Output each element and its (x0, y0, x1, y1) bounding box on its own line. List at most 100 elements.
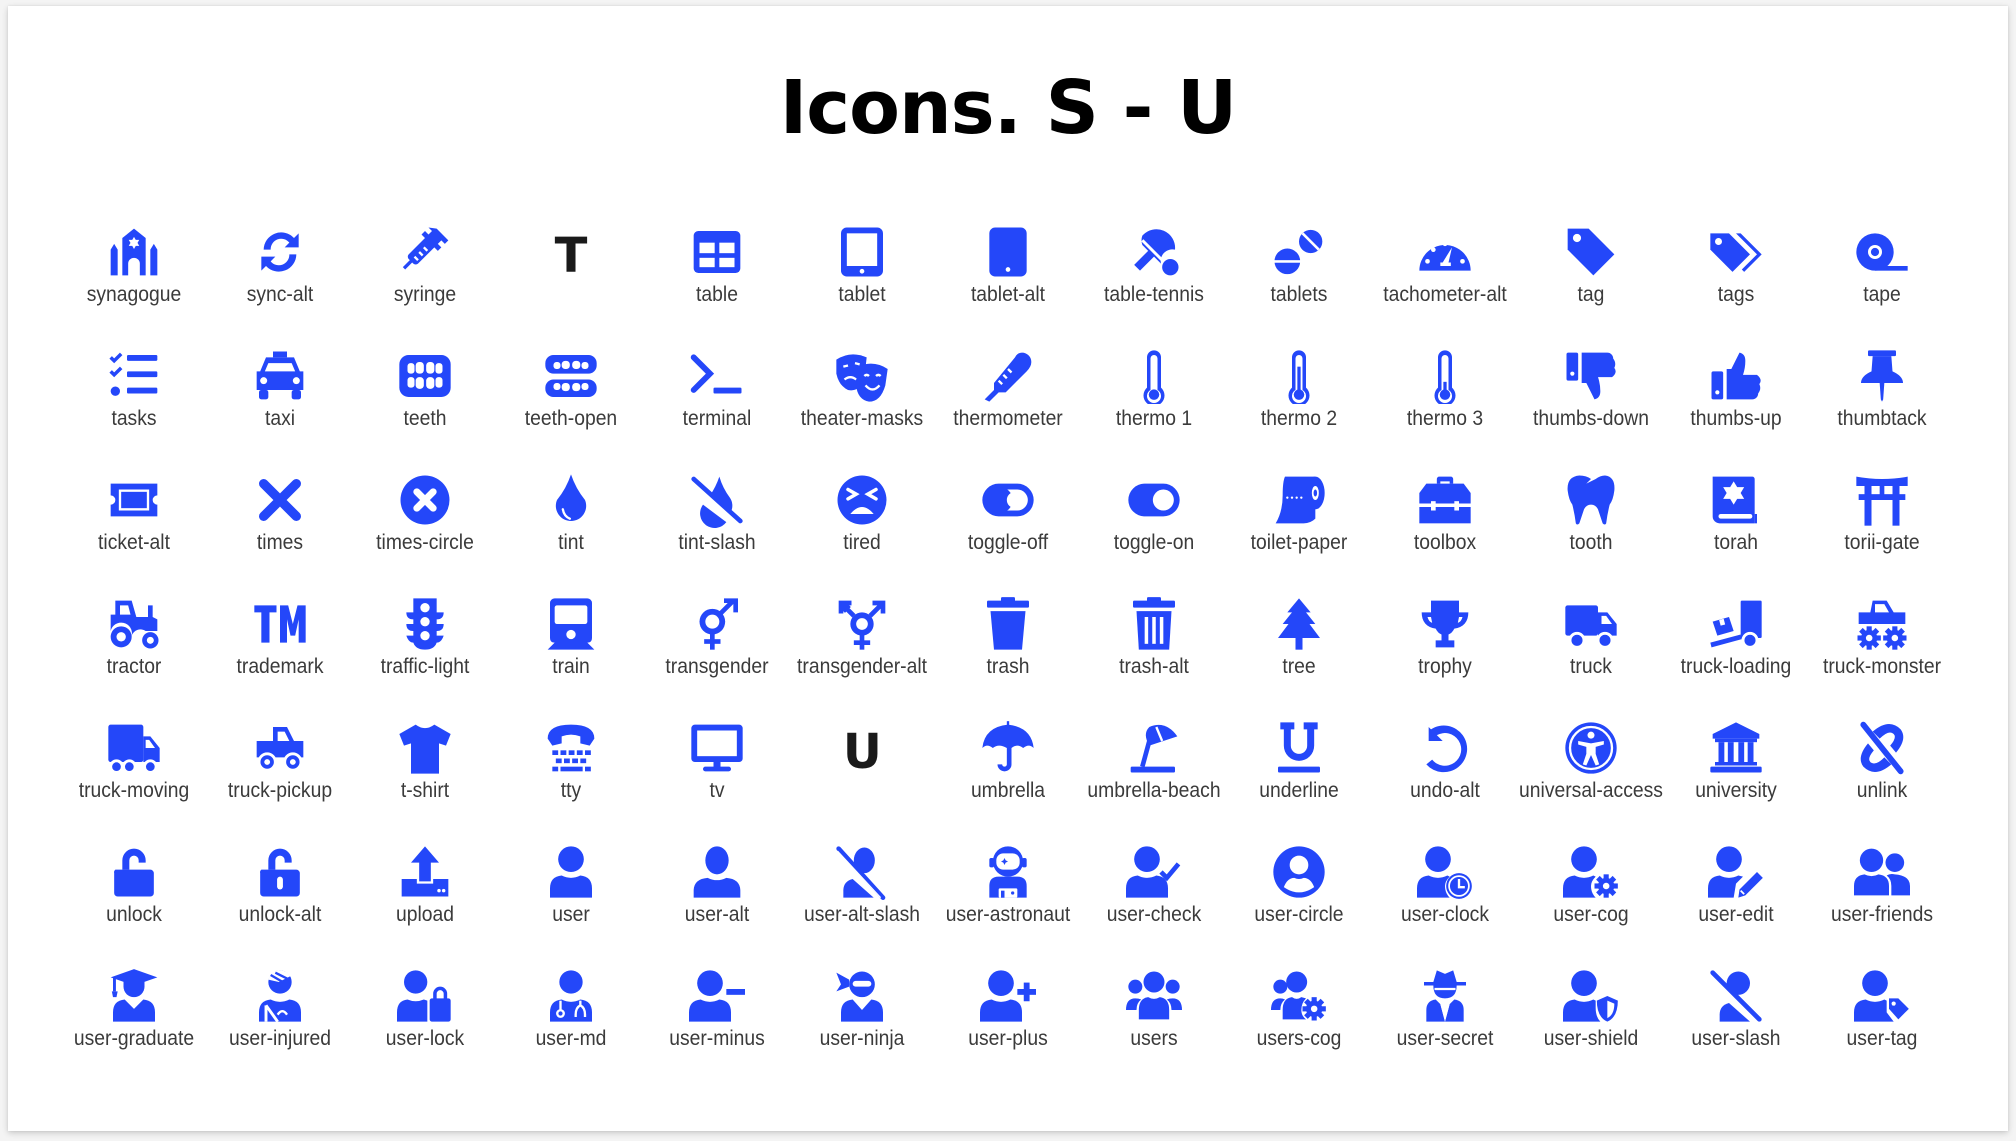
truck-icon (1563, 596, 1619, 652)
underline-icon (1271, 720, 1327, 776)
user-minus-icon (688, 968, 745, 1024)
teeth-open-icon (543, 348, 599, 404)
icon-label: thumbtack (1837, 407, 1927, 430)
icon-cell: truck (1518, 596, 1664, 706)
user-alt-slash-icon (834, 844, 890, 900)
icon-cell: umbrella (935, 720, 1081, 830)
icon-label: torii-gate (1844, 531, 1920, 554)
icon-cell: user-tag (1809, 968, 1955, 1078)
trash-alt-icon (1126, 596, 1182, 652)
user-circle-icon (1271, 844, 1327, 900)
icon-cell: truck-loading (1663, 596, 1809, 706)
icon-cell: thermo 2 (1226, 348, 1372, 458)
icon-cell: user-injured (207, 968, 353, 1078)
transgender-alt-icon (834, 596, 890, 652)
icon-cell: user-astronaut (935, 844, 1081, 954)
torah-icon (1708, 472, 1764, 528)
user-slash-icon (1708, 968, 1764, 1024)
icon-cell: terminal (644, 348, 790, 458)
university-icon (1708, 720, 1764, 776)
icon-cell: tag (1518, 224, 1664, 334)
icon-cell: tasks (61, 348, 207, 458)
thermometer-3-icon (1417, 348, 1473, 404)
icon-cell: table-tennis (1081, 224, 1227, 334)
icon-cell: tape (1809, 224, 1955, 334)
placeholder-t-glyph: T (554, 228, 588, 284)
user-graduate-icon (106, 968, 162, 1024)
traffic-light-icon (397, 596, 453, 652)
user-check-icon (1125, 844, 1182, 900)
icon-cell: tint-slash (644, 472, 790, 582)
icon-label: tape (1863, 283, 1901, 306)
icon-cell: user-circle (1226, 844, 1372, 954)
tint-icon (543, 472, 599, 528)
icon-cell: user-minus (644, 968, 790, 1078)
teeth-icon (397, 348, 453, 404)
icon-label: user-tag (1846, 1027, 1918, 1050)
icon-cell: user-check (1081, 844, 1227, 954)
icon-cell: ticket-alt (61, 472, 207, 582)
unlock-alt-icon (252, 844, 308, 900)
toolbox-icon (1417, 472, 1473, 528)
user-astronaut-icon (980, 844, 1036, 900)
icon-cell: syringe (352, 224, 498, 334)
taxi-icon (252, 348, 308, 404)
icon-cell: tablet-alt (935, 224, 1081, 334)
thumbs-down-icon (1563, 348, 1619, 404)
tv-icon (689, 720, 745, 776)
toggle-off-icon (980, 472, 1036, 528)
trash-icon (980, 596, 1036, 652)
unlock-icon (106, 844, 162, 900)
icon-cell: user (498, 844, 644, 954)
user-injured-icon (252, 968, 308, 1024)
icon-cell: user-shield (1518, 968, 1664, 1078)
icon-cell: trash (935, 596, 1081, 706)
icon-cell: trademark (207, 596, 353, 706)
icon-cell: times-circle (352, 472, 498, 582)
icon-cell: tachometer-alt (1372, 224, 1518, 334)
user-cog-icon (1562, 844, 1619, 900)
icon-cell: user-alt-slash (789, 844, 935, 954)
thermometer-1-icon (1126, 348, 1182, 404)
icon-cell: times (207, 472, 353, 582)
truck-pickup-icon (252, 720, 308, 776)
icon-cell: undo-alt (1372, 720, 1518, 830)
table-icon (689, 224, 745, 280)
icon-cell: users (1081, 968, 1227, 1078)
tags-icon (1708, 224, 1764, 280)
user-shield-icon (1562, 968, 1619, 1024)
transgender-icon (689, 596, 745, 652)
icon-cell: thumbs-up (1663, 348, 1809, 458)
icon-cell: unlock (61, 844, 207, 954)
users-icon (1125, 968, 1182, 1024)
thermometer-2-icon (1271, 348, 1327, 404)
icon-cell: truck-monster (1809, 596, 1955, 706)
icon-cell: transgender-alt (789, 596, 935, 706)
icon-cell: truck-moving (61, 720, 207, 830)
thumbs-up-icon (1708, 348, 1764, 404)
umbrella-icon (980, 720, 1036, 776)
user-edit-icon (1708, 844, 1764, 900)
tape-icon (1854, 224, 1910, 280)
icon-cell: tablets (1226, 224, 1372, 334)
icon-cell: universal-access (1518, 720, 1664, 830)
icon-cell: users-cog (1226, 968, 1372, 1078)
times-circle-icon (397, 472, 453, 528)
icon-cell: user-clock (1372, 844, 1518, 954)
icon-cell: synagogue (61, 224, 207, 334)
unlink-icon (1854, 720, 1910, 776)
icon-cell: unlock-alt (207, 844, 353, 954)
icon-cell: user-alt (644, 844, 790, 954)
tablets-icon (1271, 224, 1327, 280)
sync-alt-icon (252, 224, 308, 280)
icon-cell: traffic-light (352, 596, 498, 706)
icon-label: user-friends (1831, 903, 1934, 926)
icon-cell: tree (1226, 596, 1372, 706)
icon-cell: tags (1663, 224, 1809, 334)
icon-cell: t-shirt (352, 720, 498, 830)
tired-icon (834, 472, 890, 528)
icon-cell: table (644, 224, 790, 334)
toilet-paper-icon (1271, 472, 1327, 528)
icon-cell: tooth (1518, 472, 1664, 582)
icon-cell: thermo 1 (1081, 348, 1227, 458)
